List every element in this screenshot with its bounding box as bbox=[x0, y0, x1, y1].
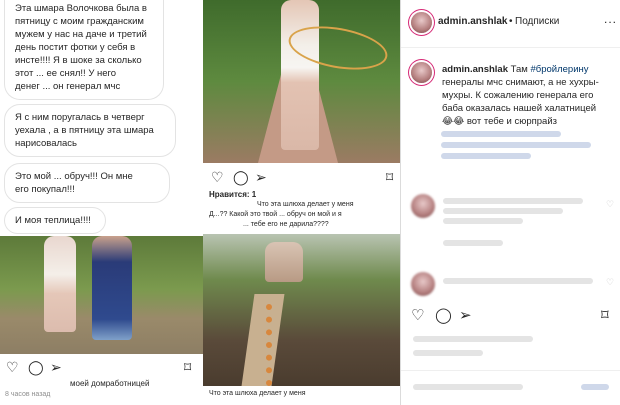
likes-count: Нравится: 1 bbox=[209, 190, 257, 199]
caption-text: баба оказалась нашей халатницей bbox=[442, 103, 597, 114]
comment-like-icon[interactable]: ♡ bbox=[606, 199, 614, 210]
comment-icon[interactable]: ◯ bbox=[28, 360, 44, 374]
blurred-likes bbox=[413, 336, 533, 342]
bubble-line: этот ... ее снял!! У него bbox=[15, 68, 117, 79]
blurred-reply-link bbox=[443, 240, 503, 246]
caption-text: 😂😂 вот тебе и сюрпрайз bbox=[442, 116, 558, 127]
bubble-line: Это мой ... обруч!!! Он мне bbox=[15, 171, 133, 182]
avatar[interactable] bbox=[411, 12, 432, 33]
caption-text: Там bbox=[510, 64, 528, 75]
bubble-line: И моя теплица!!!! bbox=[15, 215, 91, 226]
blurred-comment-input[interactable] bbox=[413, 384, 523, 390]
woman-figure bbox=[265, 242, 303, 282]
heart-icon[interactable]: ♡ bbox=[411, 306, 424, 324]
caption-username[interactable]: admin.anshlak bbox=[442, 64, 508, 75]
more-options-icon[interactable]: ... bbox=[604, 12, 617, 26]
comment-line: ... тебе его не дарила???? bbox=[243, 221, 329, 228]
comment-icon[interactable]: ◯ bbox=[435, 306, 452, 324]
hoop-on-ground bbox=[266, 304, 282, 386]
heart-icon[interactable]: ♡ bbox=[6, 360, 19, 374]
comment-line: Что эта шлюха делает у меня bbox=[257, 201, 354, 208]
bookmark-icon[interactable]: ⌑ bbox=[601, 306, 609, 324]
chat-bubble: Я с ним поругалась в четверг уехала , а … bbox=[4, 104, 176, 157]
post-caption: Что эта шлюха делает у меня bbox=[209, 390, 306, 397]
blurred-text bbox=[441, 153, 531, 159]
chat-bubble: Это мой ... обруч!!! Он мне его покупал!… bbox=[4, 163, 170, 203]
blurred-text bbox=[441, 131, 561, 137]
blurred-comment bbox=[443, 278, 593, 284]
woman-figure bbox=[44, 236, 76, 332]
blurred-comment bbox=[443, 208, 563, 214]
garden-photo bbox=[0, 236, 203, 354]
share-icon[interactable]: ➢ bbox=[255, 170, 267, 184]
hula-hoop-photo bbox=[203, 0, 400, 163]
post-header: admin.anshlak • Подписки ... bbox=[401, 0, 620, 48]
post-action-bar: ♡ ◯ ➢ ⌑ bbox=[401, 302, 620, 326]
chat-screenshot-panel: Эта шмара Волочкова была в пятницу с мои… bbox=[0, 0, 203, 405]
post-action-bar: ♡ ◯ ➢ ⌑ bbox=[203, 167, 400, 189]
header-separator: • bbox=[509, 16, 513, 27]
bubble-line: пятницу с моим гражданским bbox=[15, 16, 144, 27]
bubble-line: его покупал!!! bbox=[15, 184, 75, 195]
bubble-line: Эта шмара Волочкова была в bbox=[15, 3, 147, 14]
share-icon[interactable]: ➢ bbox=[50, 360, 62, 374]
post-action-bar: ♡ ◯ ➢ ⌑ bbox=[0, 357, 203, 379]
hashtag-link[interactable]: #бройлерину bbox=[530, 64, 588, 75]
bubble-line: Я с ним поругалась в четверг bbox=[15, 112, 145, 123]
commenter-avatar[interactable] bbox=[411, 194, 435, 218]
woman-figure bbox=[281, 0, 319, 150]
blurred-post-button[interactable] bbox=[581, 384, 609, 390]
bubble-line: уехала , а в пятницу эта шмара bbox=[15, 125, 154, 136]
bubble-line: мужем у нас на даче и третий bbox=[15, 29, 147, 40]
bubble-line: день постит фотки у себя в bbox=[15, 42, 136, 53]
bubble-line: нарисовалась bbox=[15, 138, 78, 149]
stacked-posts-panel: ♡ ◯ ➢ ⌑ Нравится: 1 Что эта шлюха делает… bbox=[203, 0, 400, 405]
heart-icon[interactable]: ♡ bbox=[211, 170, 224, 184]
blurred-comment bbox=[443, 218, 523, 224]
caption-text: генералы мчс снимают, а не хухры- bbox=[442, 77, 599, 88]
caption-text: мухры. К сожалению генерала его bbox=[442, 90, 594, 101]
blurred-text bbox=[441, 142, 591, 148]
woman-figure bbox=[92, 236, 132, 340]
divider bbox=[401, 370, 620, 371]
bookmark-icon[interactable]: ⌑ bbox=[386, 170, 393, 184]
comment-line: Д...?? Какой это твой ... обруч он мой и… bbox=[209, 211, 342, 218]
following-button[interactable]: Подписки bbox=[515, 16, 559, 27]
header-username[interactable]: admin.anshlak bbox=[438, 16, 507, 27]
bubble-line: инсте!!!! Я в шоке за сколько bbox=[15, 55, 142, 66]
chat-bubble: Эта шмара Волочкова была в пятницу с мои… bbox=[4, 0, 164, 100]
avatar[interactable] bbox=[411, 62, 432, 83]
blurred-timestamp bbox=[413, 350, 483, 356]
comment-like-icon[interactable]: ♡ bbox=[606, 277, 614, 288]
chat-bubble: И моя теплица!!!! bbox=[4, 207, 106, 234]
comment-icon[interactable]: ◯ bbox=[233, 170, 249, 184]
post-timestamp: 8 часов назад bbox=[5, 391, 51, 398]
share-icon[interactable]: ➢ bbox=[459, 306, 472, 324]
instagram-post-panel: admin.anshlak • Подписки ... admin.anshl… bbox=[400, 0, 620, 405]
blurred-comment bbox=[443, 198, 583, 204]
post-caption: admin.anshlak Там #бройлерину генералы м… bbox=[442, 63, 612, 128]
commenter-avatar[interactable] bbox=[411, 272, 435, 296]
greenhouse-photo bbox=[203, 234, 400, 386]
post-caption: моей домработницей bbox=[70, 379, 150, 388]
bookmark-icon[interactable]: ⌑ bbox=[184, 360, 191, 374]
bubble-line: денег ... он генерал мчс bbox=[15, 81, 121, 92]
